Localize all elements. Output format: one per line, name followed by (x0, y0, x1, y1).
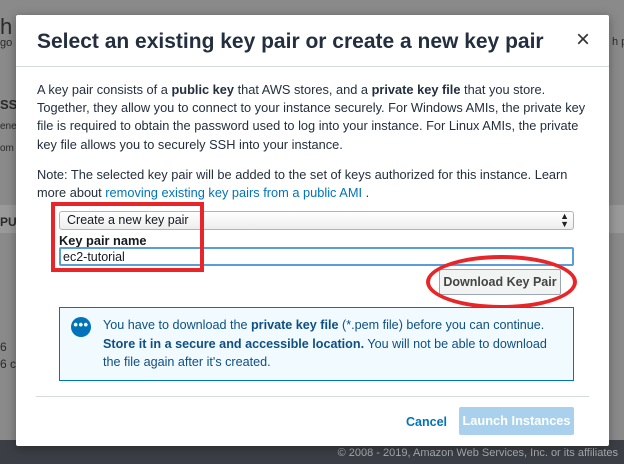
info-text: (*.pem file) before you can continue. (338, 318, 545, 332)
background-text: om (0, 143, 14, 154)
info-bold: private key file (250, 318, 339, 332)
key-pair-select-value: Create a new key pair (67, 213, 189, 227)
description-text: A key pair consists of a (37, 82, 172, 97)
key-pair-modal: Select an existing key pair or create a … (16, 15, 609, 446)
background-text: h pi (612, 36, 624, 48)
key-pair-select[interactable]: Create a new key pair ▲ ▼ (59, 211, 574, 230)
download-warning-text: You have to download the private key fil… (103, 316, 565, 372)
background-text: 6 (0, 340, 7, 354)
info-bold: Store it in a secure and accessible loca… (103, 336, 365, 351)
note-text: . (362, 185, 370, 201)
close-icon[interactable]: × (571, 27, 595, 53)
modal-header: Select an existing key pair or create a … (16, 15, 609, 67)
info-text: You have to download the (103, 318, 251, 332)
description-bold: private key file (371, 82, 461, 97)
download-warning-box: ••• You have to download the private key… (59, 307, 574, 381)
select-arrows-icon: ▲ ▼ (560, 211, 569, 229)
launch-instances-button[interactable]: Launch Instances (459, 407, 574, 435)
info-icon: ••• (71, 317, 91, 337)
download-key-pair-button[interactable]: Download Key Pair (439, 269, 561, 295)
description-text: that AWS stores, and a (234, 82, 372, 97)
key-pair-description: A key pair consists of a public key that… (37, 81, 593, 154)
key-pair-name-label: Key pair name (59, 233, 147, 248)
description-bold: public key (171, 82, 235, 97)
background-text: SS (0, 97, 18, 112)
background-text: 6 c (0, 357, 17, 371)
cancel-button[interactable]: Cancel (406, 415, 447, 429)
remove-key-pairs-link[interactable]: removing existing key pairs from a publi… (105, 185, 362, 200)
modal-footer-divider (36, 396, 589, 397)
modal-title: Select an existing key pair or create a … (37, 30, 544, 53)
key-pair-note: Note: The selected key pair will be adde… (37, 166, 593, 202)
key-pair-name-input[interactable] (59, 247, 574, 266)
